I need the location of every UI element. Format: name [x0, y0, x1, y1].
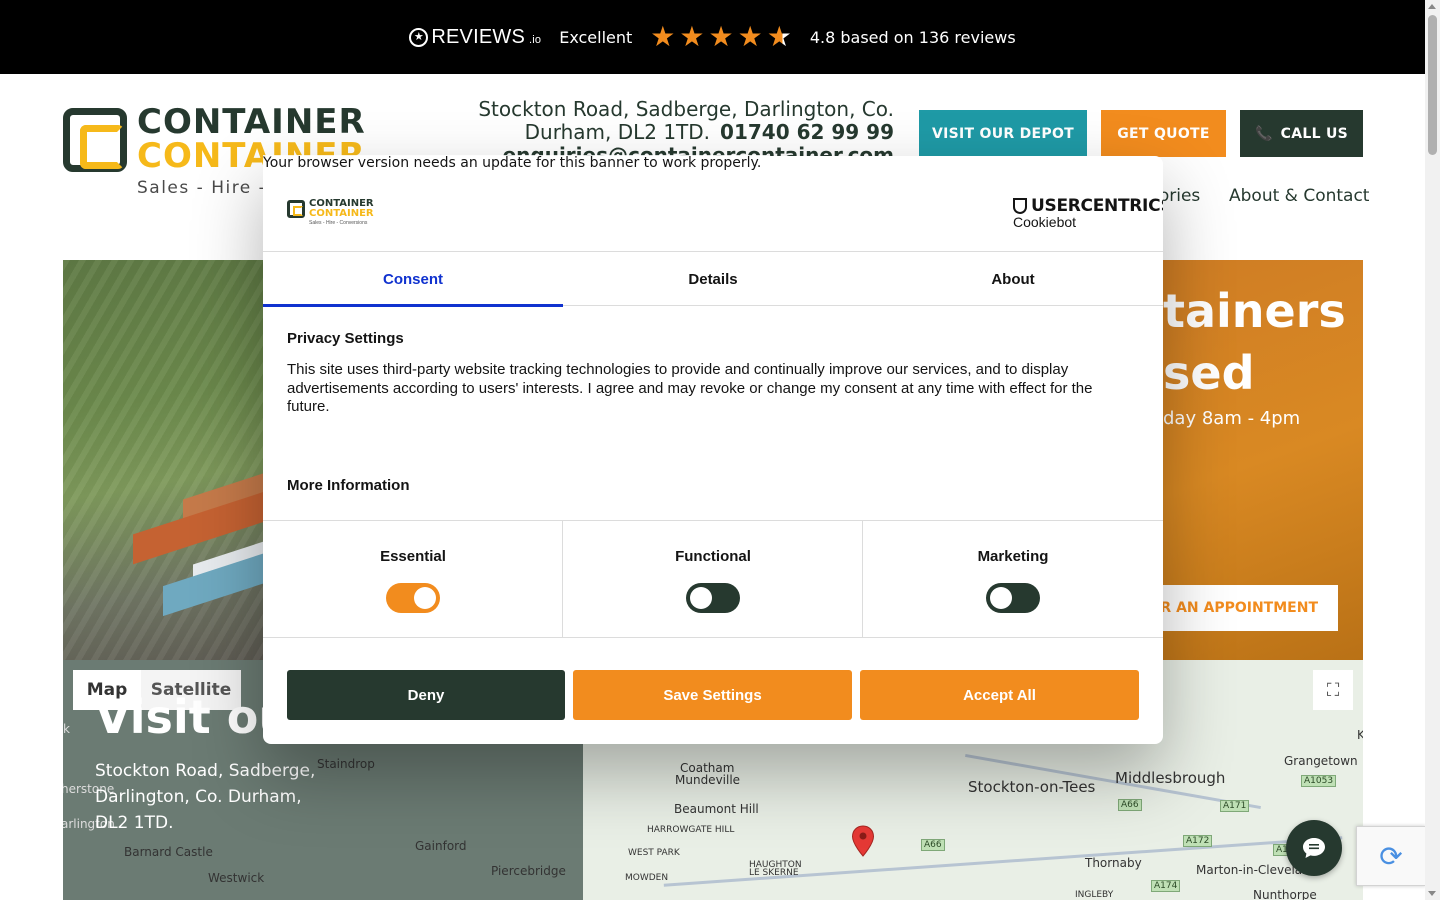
star-icon: ★	[737, 20, 763, 53]
dialog-logo-line2: CONTAINER	[309, 208, 374, 219]
cookie-consent-dialog: CONTAINER CONTAINER Sales - Hire - Conve…	[263, 156, 1163, 744]
visit-depot-title: Visit ou	[95, 690, 292, 744]
provider-sub: Cookiebot	[1013, 214, 1077, 230]
nav-about-contact[interactable]: About & Contact	[1229, 186, 1369, 206]
hero-title-line1: tainers	[1163, 284, 1346, 338]
map-address-line2: Darlington, Co. Durham,	[95, 787, 302, 807]
reviews-brand-suffix: .io	[528, 33, 542, 46]
hero-title-line2: sed	[1163, 346, 1255, 400]
review-summary[interactable]: 4.8 based on 136 reviews	[810, 28, 1016, 47]
map-place-label: Middlesbrough	[1115, 769, 1226, 787]
chat-icon[interactable]	[1286, 820, 1342, 876]
marketing-toggle[interactable]	[986, 583, 1040, 613]
tab-details[interactable]: Details	[563, 252, 863, 306]
map-place-label: Mundeville	[675, 773, 741, 787]
map-place-label: Westwick	[208, 871, 265, 885]
shield-icon	[1013, 198, 1027, 214]
rating-stars: ★ ★ ★ ★ ★	[650, 23, 792, 51]
star-icon: ★	[650, 20, 676, 53]
scroll-down-icon[interactable]	[1428, 891, 1436, 896]
category-functional: Functional	[563, 521, 863, 637]
road-badge: A174	[1151, 880, 1181, 892]
map-place-label: Nunthorpe	[1253, 888, 1317, 900]
half-star-icon: ★	[766, 20, 792, 53]
rating-word: Excellent	[559, 27, 633, 47]
save-settings-button[interactable]: Save Settings	[573, 670, 852, 720]
reviews-io-logo[interactable]: ★ REVIEWS .io	[409, 26, 541, 49]
map-pin-icon[interactable]	[851, 825, 875, 857]
map-address-line1: Stockton Road, Sadberge,	[95, 761, 316, 781]
map-place-label: Staindrop	[317, 757, 375, 771]
category-label: Marketing	[977, 548, 1049, 565]
call-us-button[interactable]: 📞 CALL US	[1240, 110, 1363, 157]
map-address: Stockton Road, Sadberge, Darlington, Co.…	[95, 758, 315, 836]
get-quote-button[interactable]: GET QUOTE	[1101, 110, 1226, 157]
star-icon: ★	[409, 27, 429, 47]
hero-opening-hours: day 8am - 4pm	[1163, 408, 1301, 429]
phone-link[interactable]: 01740 62 99 99	[720, 120, 894, 144]
phone-icon: 📞	[1254, 125, 1273, 142]
hero-title: tainers sed	[1163, 280, 1346, 404]
fullscreen-icon[interactable]: ⛶	[1313, 670, 1353, 710]
essential-toggle[interactable]	[386, 583, 440, 613]
accept-all-button[interactable]: Accept All	[860, 670, 1139, 720]
page-scrollbar[interactable]	[1425, 0, 1440, 900]
map-place-label: Stockton-on-Tees	[968, 778, 1096, 796]
recaptcha-icon[interactable]: ⟳	[1356, 826, 1426, 886]
road-badge: A66	[921, 839, 945, 851]
map-place-label: WEST PARK	[628, 848, 680, 858]
dialog-logo-tagline: Sales - Hire - Conversions	[309, 220, 368, 226]
address-line2: Durham, DL2 1TD.	[524, 120, 711, 144]
road-badge: A66	[1118, 799, 1142, 811]
map-place-label: k	[63, 722, 70, 736]
category-label: Essential	[380, 548, 446, 565]
functional-toggle[interactable]	[686, 583, 740, 613]
visit-depot-button[interactable]: VISIT OUR DEPOT	[919, 110, 1087, 157]
category-marketing: Marketing	[863, 521, 1163, 637]
map-place-label: HARROWGATE HILL	[647, 825, 735, 835]
tab-consent[interactable]: Consent	[263, 252, 563, 307]
star-icon: ★	[679, 20, 705, 53]
map-place-label: LE SKERNE	[749, 868, 799, 878]
more-information-link[interactable]: More Information	[287, 477, 410, 494]
reviews-bar: ★ REVIEWS .io Excellent ★ ★ ★ ★ ★ 4.8 bas…	[0, 0, 1425, 74]
privacy-text: This site uses third-party website track…	[287, 361, 1093, 415]
call-us-label: CALL US	[1280, 125, 1349, 142]
reviews-brand: REVIEWS	[431, 25, 525, 48]
browser-update-notice: Your browser version needs an update for…	[263, 155, 768, 171]
map-place-label: INGLEBY	[1075, 890, 1114, 900]
logo-mark-icon	[287, 200, 305, 218]
map-place-label: Grangetown	[1284, 754, 1358, 768]
map-place-label: Beaumont Hill	[674, 802, 759, 816]
map-place-label: K	[1357, 728, 1363, 742]
deny-button[interactable]: Deny	[287, 670, 565, 720]
scroll-thumb[interactable]	[1428, 15, 1437, 155]
chat-bubble-icon	[1303, 838, 1325, 858]
logo-mark-icon	[63, 108, 127, 172]
privacy-heading: Privacy Settings	[287, 330, 404, 347]
logo-tagline: Sales - Hire -	[137, 178, 267, 198]
road-badge: A172	[1183, 835, 1213, 847]
book-appointment-button[interactable]: OR AN APPOINTMENT	[1163, 585, 1338, 631]
map-place-label: Barnard Castle	[124, 845, 213, 859]
road-badge: A1053	[1301, 775, 1337, 787]
category-label: Functional	[675, 548, 751, 565]
address-line1: Stockton Road, Sadberge, Darlington, Co.	[478, 97, 894, 121]
map-place-label: Piercebridge	[491, 864, 566, 878]
map-place-label: Thornaby	[1085, 856, 1142, 870]
dialog-site-logo: CONTAINER CONTAINER Sales - Hire - Conve…	[287, 198, 387, 226]
star-icon: ★	[708, 20, 734, 53]
road-badge: A171	[1220, 800, 1250, 812]
tab-about[interactable]: About	[863, 252, 1163, 306]
map-address-line3: DL2 1TD.	[95, 813, 174, 833]
scroll-up-icon[interactable]	[1428, 4, 1436, 9]
map-place-label: MOWDEN	[625, 873, 669, 883]
map-place-label: Gainford	[415, 839, 467, 853]
usercentrics-logo[interactable]: USERCENTRICS	[1013, 196, 1163, 216]
consent-categories: Essential Functional Marketing	[263, 520, 1163, 638]
provider-name: USERCENTRICS	[1031, 196, 1163, 216]
category-essential: Essential	[263, 521, 563, 637]
dialog-tabs: Consent Details About	[263, 252, 1163, 307]
